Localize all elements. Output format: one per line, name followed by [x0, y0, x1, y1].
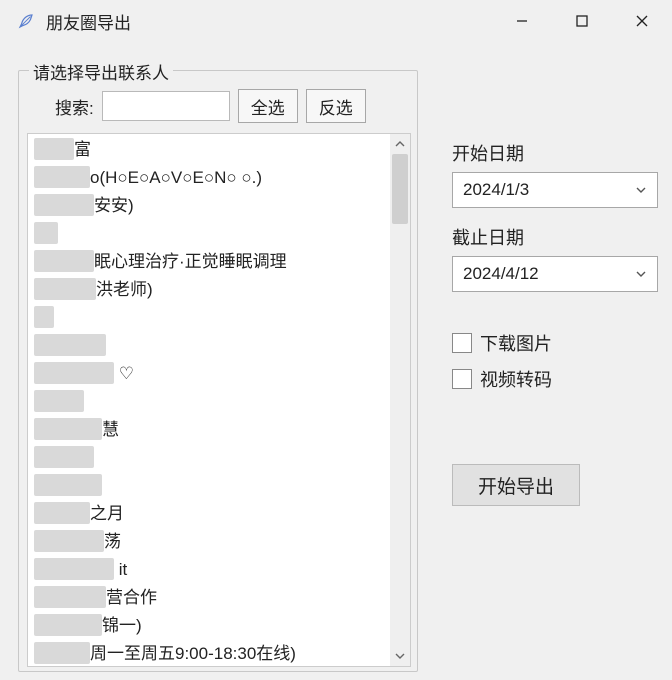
- chevron-down-icon: [635, 173, 647, 207]
- list-item[interactable]: it: [34, 556, 384, 584]
- redacted-text: [34, 642, 90, 664]
- list-item-text: 眠心理治疗·正觉睡眠调理: [94, 252, 287, 271]
- start-date-value: 2024/1/3: [463, 180, 529, 200]
- list-item[interactable]: [34, 388, 384, 416]
- list-item[interactable]: 之月: [34, 500, 384, 528]
- list-item-text: 荡: [104, 532, 121, 551]
- scroll-down-button[interactable]: [390, 646, 410, 666]
- redacted-text: [34, 250, 94, 272]
- end-date-select[interactable]: 2024/4/12: [452, 256, 658, 292]
- redacted-text: [34, 446, 94, 468]
- redacted-text: [34, 138, 74, 160]
- redacted-text: [34, 614, 102, 636]
- start-export-button[interactable]: 开始导出: [452, 464, 580, 506]
- download-images-label: 下载图片: [480, 330, 552, 356]
- redacted-text: [34, 474, 102, 496]
- start-date-label: 开始日期: [452, 140, 658, 166]
- redacted-text: [34, 390, 84, 412]
- redacted-text: [34, 222, 58, 244]
- window-title: 朋友圈导出: [46, 9, 131, 34]
- start-date-select[interactable]: 2024/1/3: [452, 172, 658, 208]
- list-item-text: it: [114, 560, 127, 579]
- list-item[interactable]: 洪老师): [34, 276, 384, 304]
- list-item[interactable]: 锦一): [34, 612, 384, 640]
- list-item-text: 慧: [102, 420, 119, 439]
- redacted-text: [34, 418, 102, 440]
- list-item[interactable]: ♡: [34, 360, 384, 388]
- list-item-text: o(H○E○A○V○E○N○ ○.): [90, 168, 262, 187]
- list-item[interactable]: 慧: [34, 416, 384, 444]
- redacted-text: [34, 502, 90, 524]
- list-item[interactable]: [34, 220, 384, 248]
- video-transcode-label: 视频转码: [480, 366, 552, 392]
- list-item-text: 富: [74, 140, 91, 159]
- redacted-text: [34, 362, 114, 384]
- right-panel: 开始日期 2024/1/3 截止日期 2024/4/12 下载图片 视频转码 开…: [452, 52, 658, 672]
- select-all-button[interactable]: 全选: [238, 89, 298, 123]
- list-item[interactable]: [34, 444, 384, 472]
- redacted-text: [34, 306, 54, 328]
- invert-selection-button[interactable]: 反选: [306, 89, 366, 123]
- contact-listbox[interactable]: 富 o(H○E○A○V○E○N○ ○.) 安安) 眠心理治疗·正觉睡眠调理洪老师) ♡…: [27, 133, 411, 667]
- list-item[interactable]: 眠心理治疗·正觉睡眠调理: [34, 248, 384, 276]
- search-input[interactable]: [102, 91, 230, 121]
- maximize-button[interactable]: [552, 0, 612, 42]
- list-item-text: 安安): [94, 196, 134, 215]
- video-transcode-checkbox[interactable]: [452, 369, 472, 389]
- scroll-up-button[interactable]: [390, 134, 410, 154]
- end-date-value: 2024/4/12: [463, 264, 539, 284]
- contacts-legend: 请选择导出联系人: [29, 59, 173, 84]
- redacted-text: [34, 166, 90, 188]
- video-transcode-row[interactable]: 视频转码: [452, 366, 658, 392]
- list-item[interactable]: o(H○E○A○V○E○N○ ○.): [34, 164, 384, 192]
- list-item-text: 营合作: [106, 588, 157, 607]
- scrollbar-vertical[interactable]: [390, 134, 410, 666]
- list-item[interactable]: 安安): [34, 192, 384, 220]
- list-item[interactable]: 富: [34, 136, 384, 164]
- title-bar: 朋友圈导出: [0, 0, 672, 42]
- end-date-label: 截止日期: [452, 224, 658, 250]
- list-item[interactable]: 荡: [34, 528, 384, 556]
- app-feather-icon: [14, 9, 38, 33]
- scroll-track[interactable]: [390, 154, 410, 646]
- list-item-text: 锦一): [102, 616, 142, 635]
- minimize-button[interactable]: [492, 0, 552, 42]
- list-item[interactable]: 周一至周五9:00-18:30在线): [34, 640, 384, 667]
- redacted-text: [34, 278, 96, 300]
- search-label: 搜索:: [55, 94, 94, 119]
- list-item[interactable]: [34, 332, 384, 360]
- download-images-row[interactable]: 下载图片: [452, 330, 658, 356]
- list-item[interactable]: [34, 472, 384, 500]
- redacted-text: [34, 334, 106, 356]
- contacts-fieldset: 请选择导出联系人 搜索: 全选 反选 富o(H○E○A○V○E○N○ ○.)安安…: [18, 70, 418, 672]
- redacted-text: [34, 194, 94, 216]
- list-item-text: ♡: [114, 364, 134, 383]
- list-item[interactable]: [34, 304, 384, 332]
- list-item[interactable]: 营合作: [34, 584, 384, 612]
- redacted-text: [34, 530, 104, 552]
- list-item-text: 之月: [90, 504, 124, 523]
- scroll-thumb[interactable]: [392, 154, 408, 224]
- redacted-text: [34, 558, 114, 580]
- close-button[interactable]: [612, 0, 672, 42]
- redacted-text: [34, 586, 106, 608]
- chevron-down-icon: [635, 257, 647, 291]
- list-item-text: 洪老师): [96, 280, 153, 299]
- download-images-checkbox[interactable]: [452, 333, 472, 353]
- list-item-text: 周一至周五9:00-18:30在线): [90, 644, 296, 663]
